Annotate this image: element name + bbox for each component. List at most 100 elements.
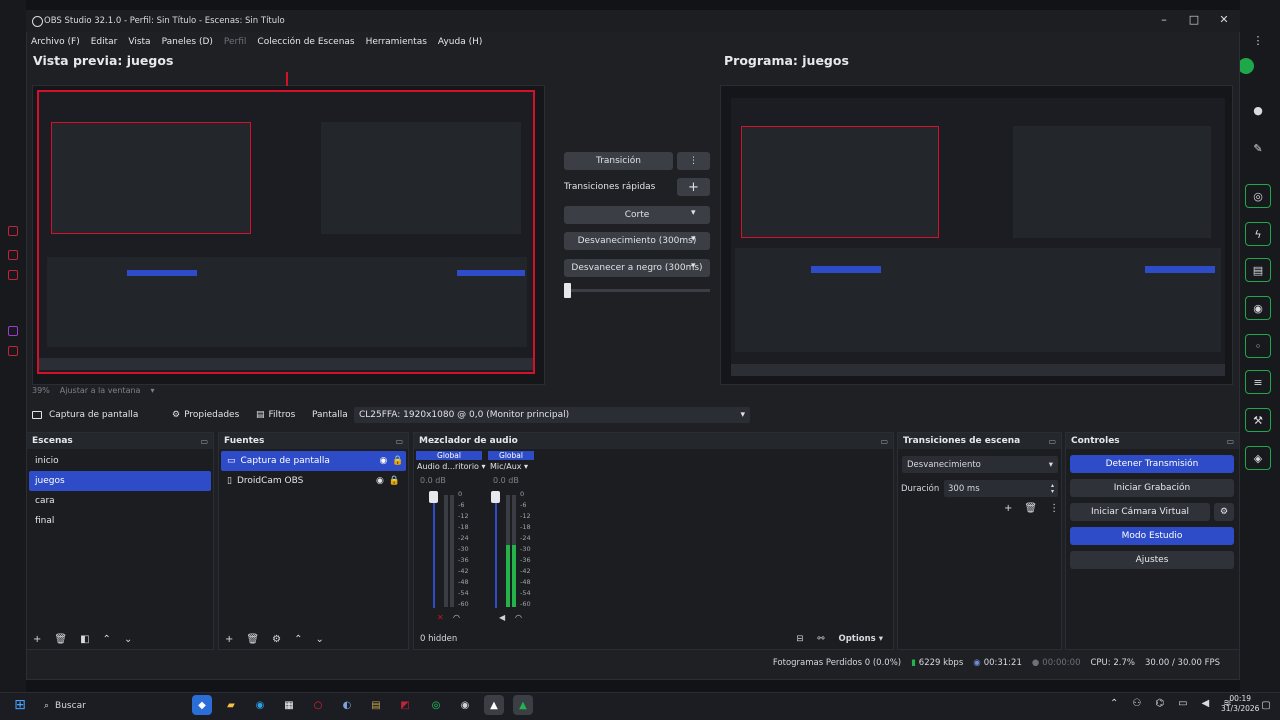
more-icon[interactable]: ⋮ bbox=[1245, 28, 1271, 52]
spotify-icon[interactable] bbox=[1238, 58, 1254, 74]
eye-icon[interactable]: ◉ bbox=[376, 476, 384, 486]
transition-more-icon[interactable]: ⋮ bbox=[677, 152, 710, 170]
menu-archivo[interactable]: Archivo (F) bbox=[31, 37, 80, 47]
battery-icon[interactable]: ▭ bbox=[1178, 698, 1187, 709]
arrow-up-icon[interactable]: ⌃ bbox=[103, 634, 111, 645]
gear-icon[interactable]: ⚙ bbox=[272, 634, 281, 645]
broadcast-icon[interactable]: ◦ bbox=[1245, 334, 1271, 358]
menu-vista[interactable]: Vista bbox=[128, 37, 150, 47]
windows-start-icon[interactable]: ⊞ bbox=[10, 695, 30, 715]
eye-icon[interactable]: ◉ bbox=[380, 456, 388, 466]
volume-fader-handle[interactable] bbox=[429, 491, 438, 503]
duration-input[interactable]: 300 ms ▴ ▾ bbox=[944, 480, 1058, 497]
quick-transition-fade-black[interactable]: Desvanecer a negro (300ms) bbox=[564, 259, 710, 277]
menu-perfil[interactable]: Perfil bbox=[224, 37, 247, 47]
network-icon[interactable]: ⌬ bbox=[1155, 698, 1164, 709]
fit-window[interactable]: Ajustar a la ventana bbox=[60, 386, 141, 395]
properties-button[interactable]: ⚙ Propiedades bbox=[172, 410, 256, 420]
menu-ayuda[interactable]: Ayuda (H) bbox=[438, 37, 482, 47]
headphones-icon[interactable]: ◠ bbox=[453, 613, 460, 622]
menu-editar[interactable]: Editar bbox=[91, 37, 118, 47]
channel-name[interactable]: Audio d...ritorio ▾ bbox=[417, 462, 486, 471]
add-icon[interactable]: + bbox=[1004, 503, 1012, 514]
menu-coleccion-escenas[interactable]: Colección de Escenas bbox=[257, 37, 354, 47]
capture-icon[interactable]: ◎ bbox=[1245, 184, 1271, 208]
trash-icon[interactable]: 🗑 bbox=[1024, 503, 1037, 514]
tray-app-icon[interactable]: ⚇ bbox=[1132, 698, 1141, 709]
trash-icon[interactable]: 🗑 bbox=[246, 634, 259, 645]
arrow-down-icon[interactable]: ⌄ bbox=[315, 634, 323, 645]
app-active-icon[interactable]: ▲ bbox=[513, 695, 533, 715]
layout-icon[interactable]: ⊟ bbox=[796, 634, 803, 644]
obs-taskbar-icon[interactable]: ◉ bbox=[455, 695, 475, 715]
zoom-value[interactable]: 39% bbox=[32, 386, 50, 395]
screen-select[interactable]: CL25FFA: 1920x1080 @ 0,0 (Monitor princi… bbox=[354, 407, 750, 423]
transition-button[interactable]: Transición bbox=[564, 152, 673, 170]
chevron-down-icon[interactable]: ▾ bbox=[691, 261, 696, 271]
menu-herramientas[interactable]: Herramientas bbox=[366, 37, 427, 47]
stop-stream-button[interactable]: Detener Transmisión bbox=[1070, 455, 1234, 473]
speaker-icon[interactable]: ◀ bbox=[1202, 698, 1210, 709]
channel-name[interactable]: Mic/Aux ▾ bbox=[490, 462, 528, 471]
scene-item[interactable]: final bbox=[29, 511, 211, 531]
mute-icon[interactable]: ✕ bbox=[437, 613, 444, 622]
gear-icon[interactable]: ⚙ bbox=[1214, 503, 1234, 521]
volume-fader-track[interactable] bbox=[433, 493, 435, 608]
app-active-icon[interactable]: ▲ bbox=[484, 695, 504, 715]
scene-item[interactable]: cara bbox=[29, 491, 211, 511]
filter-icon[interactable]: ◧ bbox=[80, 634, 89, 645]
zoom-dropdown-icon[interactable]: ▾ bbox=[150, 386, 154, 395]
file-icon[interactable]: ▤ bbox=[366, 695, 386, 715]
speaker-icon[interactable]: ◀ bbox=[499, 613, 505, 622]
link-icon[interactable]: ⚯ bbox=[817, 634, 824, 644]
whatsapp-icon[interactable]: ◎ bbox=[426, 695, 446, 715]
chevron-up-icon[interactable]: ⌃ bbox=[1110, 698, 1118, 709]
transition-select[interactable]: Desvanecimiento ▾ bbox=[902, 456, 1058, 473]
add-icon[interactable]: + bbox=[225, 634, 233, 645]
lock-icon[interactable]: 🔒 bbox=[389, 476, 400, 486]
chevron-down-icon[interactable]: ▾ bbox=[691, 208, 696, 218]
arrow-down-icon[interactable]: ⌄ bbox=[124, 634, 132, 645]
title-bar[interactable]: OBS Studio 32.1.0 - Perfil: Sin Título -… bbox=[26, 10, 1240, 32]
info-icon[interactable]: ● bbox=[1245, 98, 1271, 122]
scene-item[interactable]: juegos bbox=[29, 471, 211, 491]
arrow-up-icon[interactable]: ⌃ bbox=[294, 634, 302, 645]
document-icon[interactable]: ▤ bbox=[1245, 258, 1271, 282]
more-icon[interactable]: ⋮ bbox=[1049, 503, 1059, 514]
trash-icon[interactable]: 🗑 bbox=[54, 634, 67, 645]
filters-button[interactable]: ▤ Filtros bbox=[256, 410, 312, 420]
clock[interactable]: 00:19 31/3/2026 bbox=[1221, 694, 1259, 714]
quick-transition-fade[interactable]: Desvanecimiento (300ms) bbox=[564, 232, 710, 250]
settings-button[interactable]: Ajustes bbox=[1070, 551, 1234, 569]
undock-icon[interactable]: ▭ bbox=[1226, 437, 1234, 446]
chevron-down-icon[interactable]: ▾ bbox=[691, 234, 696, 244]
undock-icon[interactable]: ▭ bbox=[1048, 437, 1056, 446]
edge-icon[interactable]: ◉ bbox=[250, 695, 270, 715]
lock-icon[interactable]: 🔒 bbox=[392, 456, 403, 466]
add-quick-transition-icon[interactable]: + bbox=[677, 178, 710, 196]
headphones-icon[interactable]: ◠ bbox=[515, 613, 522, 622]
undock-icon[interactable]: ▭ bbox=[395, 437, 403, 446]
chat-icon[interactable]: ◉ bbox=[1245, 296, 1271, 320]
volume-fader-track[interactable] bbox=[495, 493, 497, 608]
options-button[interactable]: Options ▾ bbox=[839, 634, 884, 644]
notification-icon[interactable]: ▢ bbox=[1256, 695, 1276, 715]
virtual-camera-button[interactable]: Iniciar Cámara Virtual bbox=[1070, 503, 1210, 521]
taskbar-search[interactable]: ⌕ Buscar bbox=[40, 696, 180, 716]
hidden-count[interactable]: 0 hidden bbox=[420, 634, 457, 644]
tag-icon[interactable]: ◈ bbox=[1245, 446, 1271, 470]
minimize-icon[interactable]: – bbox=[1155, 13, 1173, 26]
menu-paneles[interactable]: Paneles (D) bbox=[162, 37, 213, 47]
opera-icon[interactable]: ○ bbox=[308, 695, 328, 715]
undock-icon[interactable]: ▭ bbox=[200, 437, 208, 446]
pen-icon[interactable]: ✎ bbox=[1245, 136, 1271, 160]
tbar-handle[interactable] bbox=[564, 283, 571, 298]
start-recording-button[interactable]: Iniciar Grabación bbox=[1070, 479, 1234, 497]
add-icon[interactable]: + bbox=[33, 634, 41, 645]
volume-fader-handle[interactable] bbox=[491, 491, 500, 503]
undock-icon[interactable]: ▭ bbox=[880, 437, 888, 446]
maximize-icon[interactable]: □ bbox=[1185, 13, 1203, 26]
quick-transition-corte[interactable]: Corte bbox=[564, 206, 710, 224]
preview-scene-bounds[interactable] bbox=[37, 90, 535, 374]
studio-mode-button[interactable]: Modo Estudio bbox=[1070, 527, 1234, 545]
